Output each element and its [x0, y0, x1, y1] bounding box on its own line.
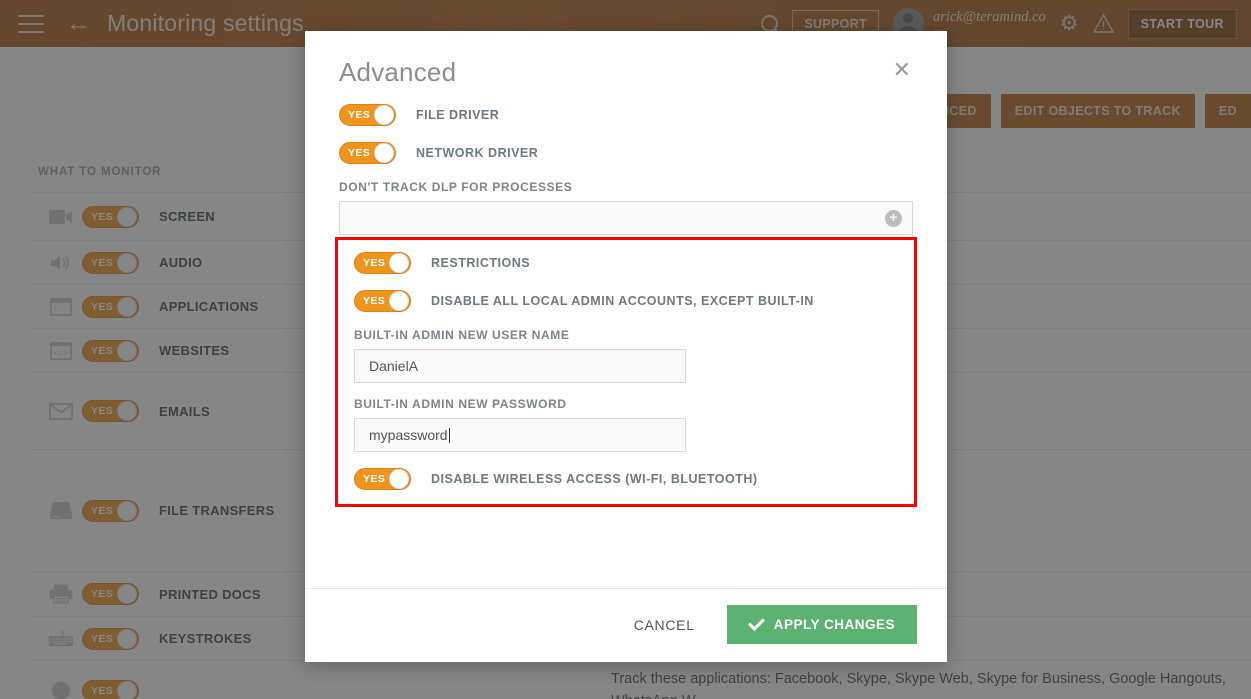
restrictions-toggle[interactable]: YES — [354, 252, 411, 274]
toggle-knob — [389, 291, 409, 311]
toggle-state-label: YES — [348, 109, 371, 121]
cancel-button[interactable]: CANCEL — [630, 609, 699, 641]
app-root: ← Monitoring settings SUPPORT arick@tera… — [0, 0, 1251, 699]
file-driver-toggle[interactable]: YES — [339, 104, 396, 126]
toggle-knob — [389, 469, 409, 489]
modal-title: Advanced — [339, 57, 457, 87]
modal-header: Advanced ✕ — [305, 31, 947, 96]
text-cursor — [448, 427, 450, 443]
close-icon[interactable]: ✕ — [891, 57, 913, 83]
network-driver-row[interactable]: YES NETWORK DRIVER — [339, 142, 913, 164]
toggle-state-label: YES — [363, 473, 386, 485]
apply-changes-label: APPLY CHANGES — [773, 617, 895, 632]
admin-username-value: DanielA — [369, 358, 419, 374]
admin-password-value: mypassword — [369, 427, 448, 443]
toggle-state-label: YES — [363, 295, 386, 307]
toggle-knob — [374, 143, 394, 163]
admin-username-label: BUILT-IN ADMIN NEW USER NAME — [354, 328, 570, 342]
modal-footer: CANCEL APPLY CHANGES — [305, 588, 947, 662]
admin-password-input[interactable]: mypassword — [354, 418, 686, 452]
admin-username-input[interactable]: DanielA — [354, 349, 686, 383]
check-icon — [747, 614, 765, 631]
toggle-knob — [389, 253, 409, 273]
dlp-field-label: DON'T TRACK DLP FOR PROCESSES — [339, 180, 573, 194]
restrictions-row[interactable]: YES RESTRICTIONS — [354, 252, 898, 274]
restrictions-highlight-box: YES RESTRICTIONS YES DISABLE ALL LOCAL A… — [335, 237, 917, 507]
disable-wireless-row[interactable]: YES DISABLE WIRELESS ACCESS (WI-FI, BLUE… — [354, 468, 898, 490]
disable-local-admin-label: DISABLE ALL LOCAL ADMIN ACCOUNTS, EXCEPT… — [431, 294, 814, 308]
file-driver-row[interactable]: YES FILE DRIVER — [339, 104, 913, 126]
toggle-state-label: YES — [348, 147, 371, 159]
disable-local-admin-toggle[interactable]: YES — [354, 290, 411, 312]
network-driver-label: NETWORK DRIVER — [416, 146, 539, 160]
disable-wireless-toggle[interactable]: YES — [354, 468, 411, 490]
restrictions-label: RESTRICTIONS — [431, 256, 531, 270]
network-driver-toggle[interactable]: YES — [339, 142, 396, 164]
disable-local-admin-row[interactable]: YES DISABLE ALL LOCAL ADMIN ACCOUNTS, EX… — [354, 290, 898, 312]
toggle-state-label: YES — [363, 257, 386, 269]
advanced-modal: Advanced ✕ YES FILE DRIVER YES NETWORK D… — [305, 31, 947, 662]
modal-body: YES FILE DRIVER YES NETWORK DRIVER DON'T… — [305, 96, 947, 588]
dlp-processes-input[interactable]: + — [339, 201, 913, 235]
admin-password-label: BUILT-IN ADMIN NEW PASSWORD — [354, 397, 567, 411]
plus-circle-icon[interactable]: + — [885, 209, 902, 227]
file-driver-label: FILE DRIVER — [416, 108, 500, 122]
apply-changes-button[interactable]: APPLY CHANGES — [726, 605, 917, 644]
disable-wireless-label: DISABLE WIRELESS ACCESS (WI-FI, BLUETOOT… — [431, 472, 758, 486]
toggle-knob — [374, 105, 394, 125]
